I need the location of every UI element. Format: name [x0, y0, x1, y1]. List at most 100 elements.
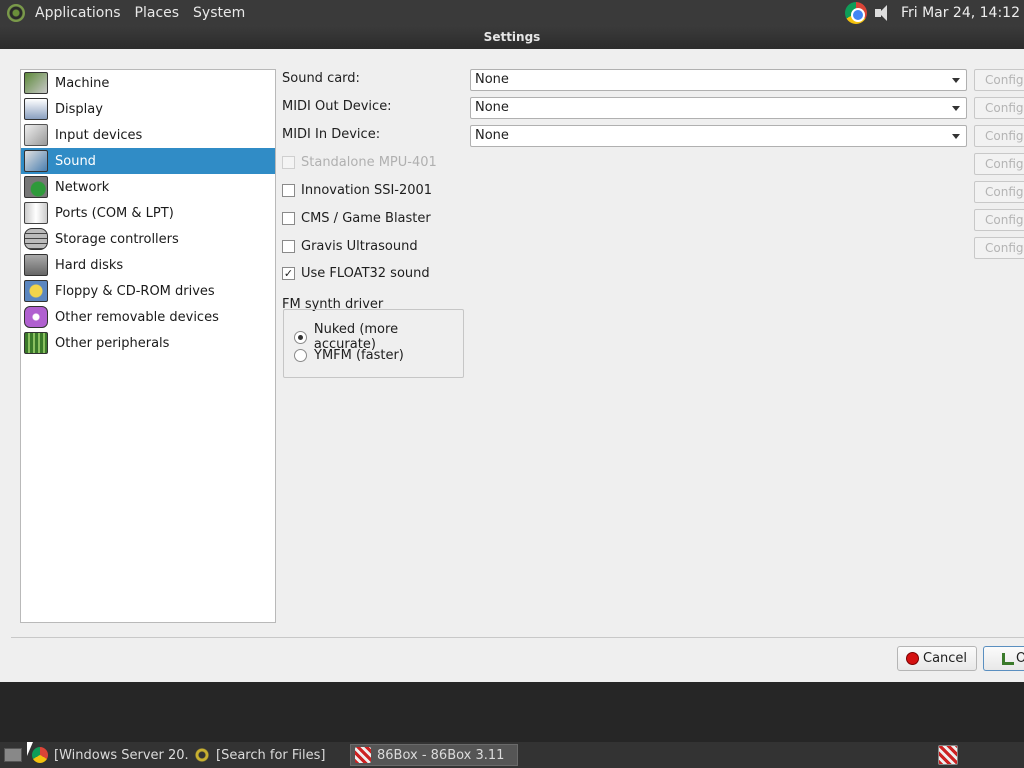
sound-card-configure-button[interactable]: Configure [974, 69, 1024, 91]
chevron-down-icon [952, 78, 960, 83]
network-icon [24, 176, 48, 198]
category-ports[interactable]: Ports (COM & LPT) [21, 200, 275, 226]
system-tray: Fri Mar 24, 14:12 [844, 0, 1024, 25]
midi-in-select[interactable]: None [470, 125, 967, 147]
volume-icon[interactable] [873, 3, 893, 23]
ssi2001-checkbox[interactable] [282, 184, 295, 197]
hard-disks-icon [24, 254, 48, 276]
dialog-titlebar: Settings [0, 25, 1024, 49]
gus-checkbox-row[interactable]: Gravis Ultrasound [282, 239, 418, 254]
category-label: Ports (COM & LPT) [55, 205, 174, 221]
machine-icon [24, 72, 48, 94]
category-peripherals[interactable]: Other peripherals [21, 330, 275, 356]
midi-out-label: MIDI Out Device: [282, 99, 392, 114]
86box-tray-icon[interactable] [938, 745, 958, 765]
menu-system[interactable]: System [186, 5, 252, 21]
category-label: Storage controllers [55, 231, 179, 247]
midi-in-configure-button[interactable]: Configure [974, 125, 1024, 147]
search-icon [194, 747, 210, 763]
top-panel: Applications Places System Fri Mar 24, 1… [0, 0, 1024, 25]
mpu401-checkbox-row[interactable]: Standalone MPU-401 [282, 155, 437, 170]
sound-card-select[interactable]: None [470, 69, 967, 91]
gus-checkbox[interactable] [282, 240, 295, 253]
category-input-devices[interactable]: Input devices [21, 122, 275, 148]
cms-checkbox[interactable] [282, 212, 295, 225]
category-label: Network [55, 179, 110, 195]
midi-in-label: MIDI In Device: [282, 127, 381, 142]
peripherals-icon [24, 332, 48, 354]
mpu401-checkbox[interactable] [282, 156, 295, 169]
fm-ymfm-option[interactable]: YMFM (faster) [294, 348, 404, 363]
category-label: Input devices [55, 127, 143, 143]
category-label: Machine [55, 75, 110, 91]
removable-devices-icon [24, 306, 48, 328]
task-label: 86Box - 86Box 3.11 [377, 747, 505, 763]
sound-card-label: Sound card: [282, 71, 360, 86]
86box-icon [355, 747, 371, 763]
checkmark-icon: ✓ [283, 267, 294, 280]
cancel-label: Cancel [923, 651, 968, 666]
settings-dialog: Machine Display Input devices Sound Netw… [0, 49, 1024, 682]
task-search-files[interactable]: [Search for Files] [190, 744, 350, 766]
sound-icon [24, 150, 48, 172]
cancel-button[interactable]: Cancel [897, 646, 977, 671]
sound-card-value: None [475, 72, 509, 87]
chrome-icon[interactable] [844, 1, 867, 24]
category-hard-disks[interactable]: Hard disks [21, 252, 275, 278]
checkbox-label: Standalone MPU-401 [301, 155, 437, 170]
menu-applications[interactable]: Applications [28, 5, 128, 21]
input-devices-icon [24, 124, 48, 146]
fm-driver-group: Nuked (more accurate) YMFM (faster) [283, 309, 464, 378]
cms-checkbox-row[interactable]: CMS / Game Blaster [282, 211, 431, 226]
midi-out-select[interactable]: None [470, 97, 967, 119]
panel-menu: Applications Places System [0, 0, 252, 25]
category-label: Sound [55, 153, 96, 169]
float32-checkbox[interactable]: ✓ [282, 267, 295, 280]
midi-in-value: None [475, 128, 509, 143]
ssi2001-checkbox-row[interactable]: Innovation SSI-2001 [282, 183, 432, 198]
display-icon [24, 98, 48, 120]
gus-configure-button[interactable]: Configure [974, 237, 1024, 259]
task-86box[interactable]: 86Box - 86Box 3.11 [350, 744, 518, 766]
midi-out-value: None [475, 100, 509, 115]
floppy-cdrom-icon [24, 280, 48, 302]
ssi2001-configure-button[interactable]: Configure [974, 181, 1024, 203]
clock[interactable]: Fri Mar 24, 14:12 [901, 5, 1024, 21]
cancel-icon [906, 652, 919, 665]
ports-icon [24, 202, 48, 224]
category-list: Machine Display Input devices Sound Netw… [20, 69, 276, 623]
fm-nuked-radio[interactable] [294, 330, 307, 344]
category-floppy-cdrom[interactable]: Floppy & CD-ROM drives [21, 278, 275, 304]
category-label: Other removable devices [55, 309, 219, 325]
category-storage-controllers[interactable]: Storage controllers [21, 226, 275, 252]
category-network[interactable]: Network [21, 174, 275, 200]
category-label: Other peripherals [55, 335, 170, 351]
task-label: [Windows Server 20... [54, 747, 190, 763]
category-sound[interactable]: Sound [21, 148, 275, 174]
ok-button[interactable]: OK [983, 646, 1024, 671]
mpu401-configure-button[interactable]: Configure [974, 153, 1024, 175]
chrome-icon [32, 747, 48, 763]
category-removable-devices[interactable]: Other removable devices [21, 304, 275, 330]
category-display[interactable]: Display [21, 96, 275, 122]
category-label: Floppy & CD-ROM drives [55, 283, 215, 299]
float32-checkbox-row[interactable]: ✓ Use FLOAT32 sound [282, 266, 430, 281]
checkbox-label: CMS / Game Blaster [301, 211, 431, 226]
menu-places[interactable]: Places [128, 5, 187, 21]
show-desktop-icon[interactable] [4, 748, 22, 762]
fm-ymfm-radio[interactable] [294, 349, 307, 362]
taskbar: [Windows Server 20... [Search for Files]… [0, 742, 1024, 768]
distro-logo-icon[interactable] [7, 3, 25, 22]
midi-out-configure-button[interactable]: Configure [974, 97, 1024, 119]
button-separator [11, 637, 1024, 638]
category-machine[interactable]: Machine [21, 70, 275, 96]
sound-settings-panel: Sound card: None Configure MIDI Out Devi… [282, 69, 1024, 623]
task-windows-server[interactable]: [Windows Server 20... [28, 744, 190, 766]
cms-configure-button[interactable]: Configure [974, 209, 1024, 231]
ok-icon [1002, 652, 1014, 665]
task-label: [Search for Files] [216, 747, 326, 763]
radio-label: YMFM (faster) [314, 348, 404, 363]
checkbox-label: Use FLOAT32 sound [301, 266, 430, 281]
storage-controllers-icon [24, 228, 48, 250]
chevron-down-icon [952, 134, 960, 139]
